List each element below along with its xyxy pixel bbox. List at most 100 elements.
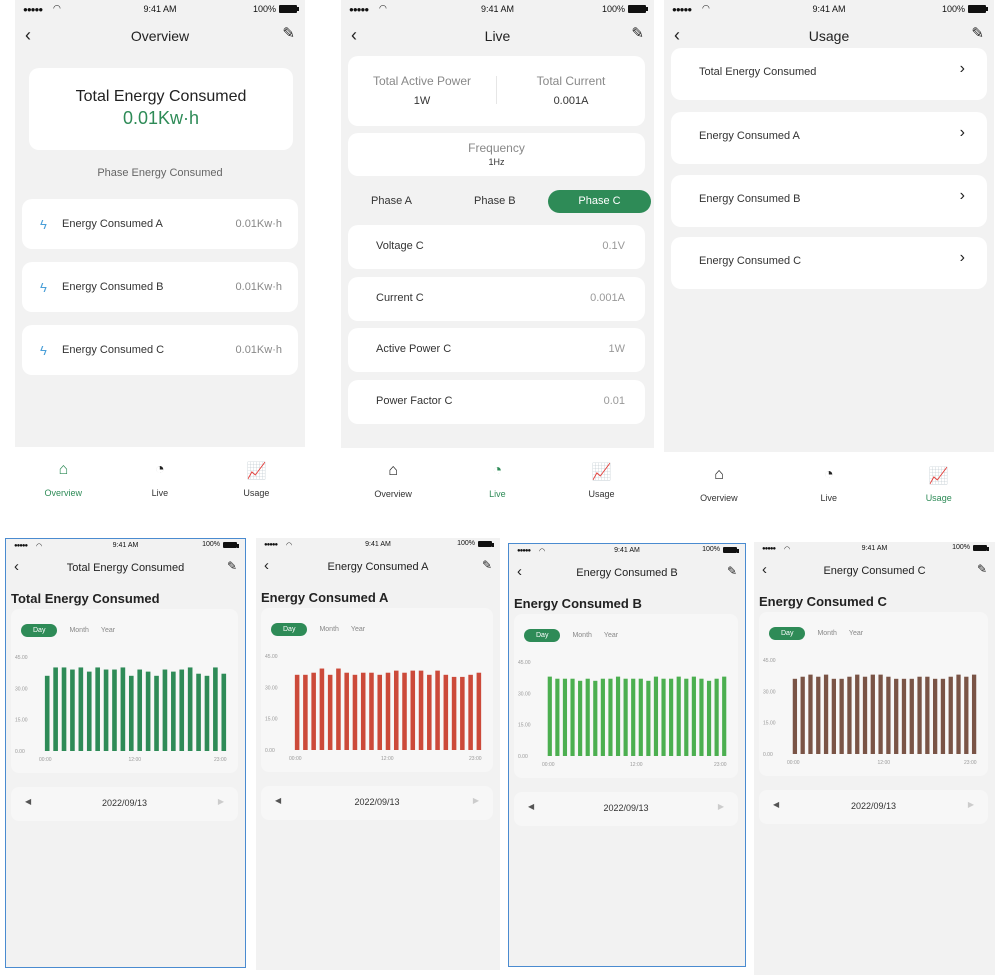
phase-tab-b[interactable]: Phase B: [474, 195, 516, 207]
segment-year[interactable]: Year: [849, 630, 863, 637]
x-tick-label: 12:00: [878, 760, 891, 766]
chevron-right-icon: ›: [959, 124, 965, 141]
phase-tab-a[interactable]: Phase A: [371, 195, 412, 207]
segment-day[interactable]: Day: [769, 627, 806, 640]
segment-year[interactable]: Year: [604, 632, 618, 639]
usage-screen: ●●●●● ◠ 9:41 AM 100% ‹ Usage ✎ Total Ene…: [664, 0, 994, 525]
edit-pencil-icon[interactable]: ✎: [977, 562, 987, 576]
next-date-icon[interactable]: ▶: [718, 802, 724, 811]
energy-row-a[interactable]: ϟ Energy Consumed A 0.01Kw·h: [22, 199, 298, 249]
chart-bar: [427, 674, 432, 750]
chart-bar: [593, 680, 598, 756]
row-label: Current C: [376, 292, 424, 304]
current-label: Total Current: [536, 74, 606, 88]
usage-item-label: Energy Consumed B: [699, 193, 801, 205]
tab-usage[interactable]: 📈 Usage: [208, 447, 305, 520]
segment-year[interactable]: Year: [101, 627, 115, 634]
active-power-value: 1W: [413, 95, 431, 107]
chart-bar: [137, 669, 143, 751]
chart-bar: [585, 678, 590, 756]
tab-label: Overview: [374, 489, 412, 499]
phase-energy-heading: Phase Energy Consumed: [97, 167, 223, 179]
y-tick-label: 0.00: [15, 749, 25, 755]
energy-row-b[interactable]: ϟ Energy Consumed B 0.01Kw·h: [22, 262, 298, 312]
y-tick-label: 30.00: [15, 686, 28, 692]
segment-month[interactable]: Month: [817, 630, 836, 637]
segment-day[interactable]: Day: [21, 624, 58, 637]
chart-bar: [547, 676, 552, 756]
edit-pencil-icon[interactable]: ✎: [971, 24, 984, 42]
segment-month[interactable]: Month: [572, 632, 591, 639]
chart-bar: [418, 670, 424, 750]
segment-month[interactable]: Month: [69, 627, 88, 634]
edit-pencil-icon[interactable]: ✎: [482, 558, 492, 572]
tab-label: Usage: [243, 488, 270, 498]
battery-percent: 100%: [457, 540, 475, 547]
tab-usage[interactable]: 📈 Usage: [884, 452, 994, 525]
chart-bar: [179, 669, 185, 751]
chart-bar: [792, 678, 798, 754]
next-date-icon[interactable]: ▶: [968, 800, 974, 809]
status-bar: ●●●●● ◠ 9:41 AM 100%: [664, 0, 994, 20]
y-tick-label: 15.00: [763, 721, 776, 727]
detail-screen-total: ●●●●● ◠ 9:41 AM 100% ‹ Total Energy Cons…: [5, 538, 246, 968]
usage-item-c[interactable]: Energy Consumed C ›: [671, 237, 987, 289]
tab-label: Usage: [925, 493, 952, 503]
chart-bar: [360, 672, 366, 750]
back-chevron-icon[interactable]: ‹: [351, 25, 357, 46]
tab-overview[interactable]: ⌂ Overview: [15, 447, 112, 520]
back-chevron-icon[interactable]: ‹: [14, 558, 19, 575]
chart-bar: [120, 667, 126, 751]
segment-day[interactable]: Day: [271, 623, 308, 636]
chart-bar: [684, 678, 689, 756]
segment-month[interactable]: Month: [319, 626, 338, 633]
back-chevron-icon[interactable]: ‹: [674, 25, 680, 46]
tab-live[interactable]: ◔ Live: [112, 447, 209, 520]
edit-pencil-icon[interactable]: ✎: [631, 24, 644, 42]
back-chevron-icon[interactable]: ‹: [264, 557, 269, 574]
chart-bar: [319, 668, 325, 750]
chart-bar: [344, 672, 349, 750]
chart-bar: [410, 670, 416, 750]
energy-row-c[interactable]: ϟ Energy Consumed C 0.01Kw·h: [22, 325, 298, 375]
chart-bar: [886, 676, 891, 754]
period-segment: Day Month Year: [271, 623, 365, 636]
phase-tab-c[interactable]: Phase C: [548, 190, 651, 213]
tab-label: Usage: [588, 489, 615, 499]
next-date-icon[interactable]: ▶: [218, 797, 224, 806]
chart-bar: [676, 676, 681, 756]
tab-overview[interactable]: ⌂ Overview: [341, 448, 445, 520]
tab-live[interactable]: ◔ Live: [445, 448, 549, 520]
tab-bar: ⌂ Overview ◔ Live 📈 Usage: [341, 448, 654, 520]
chart-bar: [800, 676, 805, 754]
edit-pencil-icon[interactable]: ✎: [282, 24, 295, 42]
tab-live[interactable]: ◔ Live: [774, 452, 884, 525]
usage-item-total[interactable]: Total Energy Consumed ›: [671, 48, 987, 100]
status-bar: ●●●●● ◠ 9:41 AM 100%: [15, 0, 305, 20]
x-tick-label: 00:00: [542, 762, 555, 768]
chart-bar: [103, 669, 109, 751]
chart-bar: [204, 675, 210, 751]
bar-chart-icon: 📈: [591, 464, 612, 481]
segment-year[interactable]: Year: [351, 626, 365, 633]
battery-icon: [279, 5, 299, 13]
back-chevron-icon[interactable]: ‹: [25, 25, 31, 46]
usage-item-b[interactable]: Energy Consumed B ›: [671, 175, 987, 227]
tab-usage[interactable]: 📈 Usage: [549, 448, 653, 520]
next-date-icon[interactable]: ▶: [473, 796, 479, 805]
battery-icon: [968, 5, 988, 13]
y-tick-label: 45.00: [518, 660, 531, 666]
edit-pencil-icon[interactable]: ✎: [727, 564, 737, 578]
usage-item-a[interactable]: Energy Consumed A ›: [671, 112, 987, 164]
x-tick-label: 00:00: [39, 757, 52, 763]
back-chevron-icon[interactable]: ‹: [517, 563, 522, 580]
chart-bar: [691, 676, 696, 756]
detail-heading: Total Energy Consumed: [11, 591, 160, 606]
tab-overview[interactable]: ⌂ Overview: [664, 452, 774, 525]
nav-title: Total Energy Consumed: [66, 562, 185, 574]
lightning-bolt-icon: ϟ: [40, 279, 47, 295]
edit-pencil-icon[interactable]: ✎: [227, 559, 237, 573]
y-tick-label: 15.00: [265, 717, 278, 723]
segment-day[interactable]: Day: [524, 629, 561, 642]
back-chevron-icon[interactable]: ‹: [762, 561, 767, 578]
